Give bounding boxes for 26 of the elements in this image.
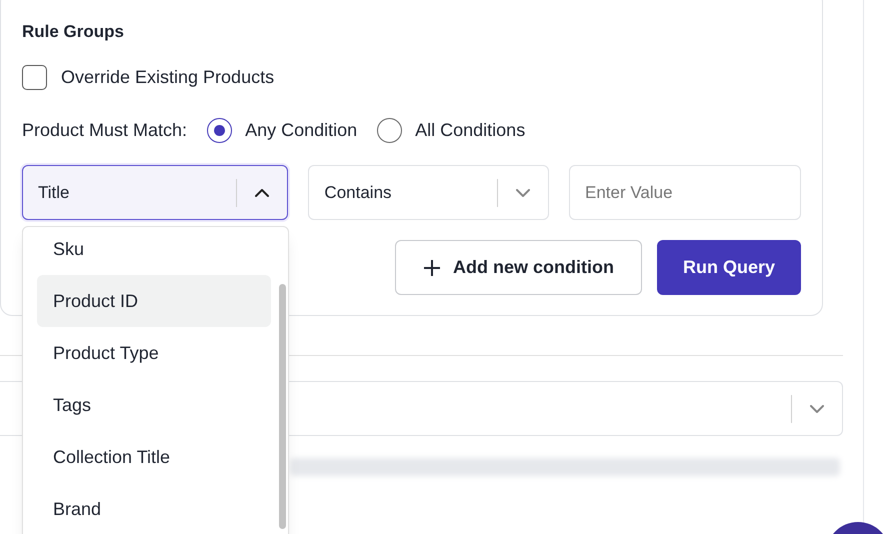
select-value: Title xyxy=(37,182,70,204)
field-select[interactable]: Title xyxy=(22,165,288,220)
dropdown-option[interactable]: Tags xyxy=(37,379,271,431)
scrollbar-thumb[interactable] xyxy=(279,284,286,529)
add-condition-button[interactable]: Add new condition xyxy=(395,240,642,295)
select-value: Contains xyxy=(323,182,393,204)
section-title: Rule Groups xyxy=(22,21,126,43)
radio-label: Any Condition xyxy=(245,118,358,142)
match-label: Product Must Match: xyxy=(22,118,188,142)
radio-button[interactable] xyxy=(377,118,402,142)
dropdown-option[interactable]: Product ID xyxy=(37,275,271,327)
chevron-up-icon xyxy=(255,188,270,196)
dropdown-option[interactable]: Sku xyxy=(37,223,271,275)
chevron-down-icon xyxy=(516,188,530,196)
run-query-button[interactable]: Run Query xyxy=(656,240,801,295)
operator-select[interactable]: Contains xyxy=(308,165,549,220)
dropdown-option[interactable]: Collection Title xyxy=(37,431,271,483)
plus-icon xyxy=(423,258,441,276)
dropdown-option[interactable]: Product Type xyxy=(37,327,271,379)
dropdown-option[interactable]: Brand xyxy=(37,483,271,534)
radio-label: All Conditions xyxy=(415,118,526,142)
checkbox[interactable] xyxy=(22,65,47,90)
radio-button[interactable] xyxy=(207,118,232,142)
chevron-down-icon xyxy=(810,404,824,412)
checkbox-label: Override Existing Products xyxy=(61,66,274,89)
value-input[interactable]: Enter Value xyxy=(569,165,801,220)
